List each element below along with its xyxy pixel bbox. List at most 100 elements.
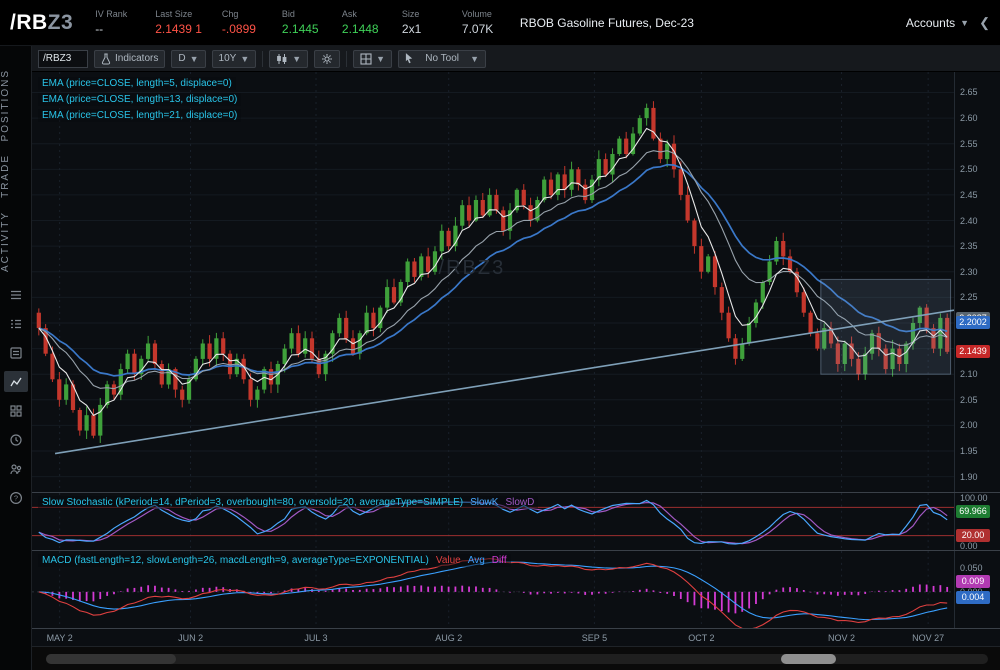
price-tick: 2.25: [960, 292, 978, 302]
selection-box: [821, 279, 951, 374]
sidebar-tabs: POSITIONS TRADE ACTIVITY: [0, 46, 31, 272]
symbol-watermark: /RBZ3: [439, 257, 506, 280]
history-clock-icon[interactable]: [4, 429, 28, 450]
chevron-down-icon: ▼: [376, 54, 385, 64]
scrollbar-thumb[interactable]: [781, 654, 836, 664]
time-axis-label: NOV 2: [828, 633, 855, 643]
price-tick: 2.65: [960, 87, 978, 97]
collapse-panel-chevron-icon[interactable]: ❮: [979, 15, 990, 31]
flask-icon: [101, 53, 111, 65]
stoch-tick: 100.00: [960, 493, 988, 503]
price-tick: 1.95: [960, 446, 978, 456]
candlestick-plot[interactable]: [32, 72, 954, 492]
orders-list-icon[interactable]: [4, 342, 28, 363]
chart-settings-button[interactable]: [314, 50, 340, 68]
time-axis[interactable]: MAY 2JUN 2JUL 3AUG 2SEP 5OCT 2NOV 2NOV 2…: [32, 628, 954, 646]
time-axis-corner: [954, 628, 1000, 646]
macd-tick: 0.050: [960, 563, 983, 573]
sidebar-tab-trade[interactable]: TRADE: [0, 154, 31, 198]
grid-icon[interactable]: [4, 400, 28, 421]
ema-study-labels: EMA (price=CLOSE, length=5, displace=0) …: [38, 77, 241, 125]
gear-icon: [321, 53, 333, 65]
stochastic-axis[interactable]: 100.000.0069.96620.00: [954, 493, 1000, 550]
quote-fields: IV Rank-- Last Size2.1439 1 Chg-.0899 Bid2.…: [95, 9, 502, 36]
indicators-button[interactable]: Indicators: [94, 50, 165, 68]
stoch-badge: 20.00: [956, 529, 990, 542]
price-tick: 1.90: [960, 472, 978, 482]
menu-icon[interactable]: [4, 284, 28, 305]
toolbar-divider: [346, 51, 347, 67]
macd-badge: 0.004: [956, 591, 990, 604]
price-tick: 2.35: [960, 241, 978, 251]
cursor-icon: [405, 53, 414, 64]
macd-series-label: Value: [436, 555, 461, 566]
chart-style-dropdown[interactable]: ▼: [269, 50, 308, 68]
price-tick: 2.40: [960, 216, 978, 226]
scrollbar-track[interactable]: [46, 654, 988, 664]
accounts-dropdown[interactable]: Accounts ▼: [906, 16, 969, 30]
range-dropdown[interactable]: 10Y▼: [212, 50, 257, 68]
price-badge: 2.2002: [956, 316, 990, 329]
sidebar-tab-activity[interactable]: ACTIVITY: [0, 211, 31, 272]
scrollbar-left-segment[interactable]: [46, 654, 176, 664]
ema5-label[interactable]: EMA (price=CLOSE, length=5, displace=0): [38, 77, 236, 90]
svg-text:?: ?: [13, 493, 17, 502]
ema21-label[interactable]: EMA (price=CLOSE, length=21, displace=0): [38, 109, 241, 122]
price-axis[interactable]: 2.652.602.552.502.452.402.352.302.252.20…: [954, 72, 1000, 492]
time-axis-label: SEP 5: [582, 633, 607, 643]
symbol-input[interactable]: [38, 50, 88, 68]
sidebar-icon-rail: ?: [0, 284, 31, 508]
chart-icon[interactable]: [4, 371, 28, 392]
price-tick: 2.60: [960, 113, 978, 123]
macd-value-line: [39, 559, 947, 628]
time-axis-label: JUL 3: [304, 633, 327, 643]
macd-series-label: Avg: [468, 555, 485, 566]
quote-field-size: Size2x1: [402, 9, 442, 36]
chevron-down-icon: ▼: [240, 54, 249, 64]
time-axis-label: JUN 2: [178, 633, 203, 643]
chart-scrollbar: [32, 646, 1000, 670]
macd-series-label: Diff: [492, 555, 507, 566]
price-tick: 2.30: [960, 267, 978, 277]
price-badge: 2.1439: [956, 345, 990, 358]
layout-grid-dropdown[interactable]: ▼: [353, 50, 392, 68]
stochastic-panel: Slow Stochastic (kPeriod=14, dPeriod=3, …: [32, 492, 1000, 550]
help-icon[interactable]: ?: [4, 487, 28, 508]
candlestick-icon: [276, 53, 288, 65]
quote-field-volume: Volume7.07K: [462, 9, 502, 36]
quote-field-chg: Chg-.0899: [222, 9, 262, 36]
price-tick: 2.55: [960, 139, 978, 149]
macd-panel: MACD (fastLength=12, slowLength=26, macd…: [32, 550, 1000, 628]
macd-study-label[interactable]: MACD (fastLength=12, slowLength=26, macd…: [38, 554, 511, 567]
time-axis-label: MAY 2: [47, 633, 73, 643]
macd-axis[interactable]: 0.0500.0000.0090.004: [954, 551, 1000, 628]
timeframe-dropdown[interactable]: D▼: [171, 50, 205, 68]
quote-field-iv-rank: IV Rank--: [95, 9, 135, 36]
toolbar-divider: [262, 51, 263, 67]
quote-field-bid: Bid2.1445: [282, 9, 322, 36]
layout-grid-icon: [360, 53, 372, 65]
chevron-down-icon: ▼: [960, 18, 969, 28]
quote-field-ask: Ask2.1448: [342, 9, 382, 36]
stoch-badge: 69.966: [956, 505, 990, 518]
time-axis-label: NOV 27: [912, 633, 944, 643]
accounts-label: Accounts: [906, 16, 955, 30]
chevron-down-icon: ▼: [292, 54, 301, 64]
price-tick: 2.00: [960, 420, 978, 430]
price-tick: 2.50: [960, 164, 978, 174]
sidebar-tab-positions[interactable]: POSITIONS: [0, 69, 31, 141]
chevron-down-icon: ▼: [190, 54, 199, 64]
drawing-tool-dropdown[interactable]: No Tool ▼: [398, 50, 486, 68]
ema13-label[interactable]: EMA (price=CLOSE, length=13, displace=0): [38, 93, 241, 106]
community-icon[interactable]: [4, 458, 28, 479]
instrument-description: RBOB Gasoline Futures, Dec-23: [520, 16, 694, 30]
left-sidebar: POSITIONS TRADE ACTIVITY ?: [0, 46, 32, 670]
price-tick: 2.05: [960, 395, 978, 405]
stochastic-study-label[interactable]: Slow Stochastic (kPeriod=14, dPeriod=3, …: [38, 496, 538, 509]
chevron-down-icon: ▼: [470, 54, 479, 64]
quote-field-last-size: Last Size2.1439 1: [155, 9, 202, 36]
watchlist-icon[interactable]: [4, 313, 28, 334]
macd-badge: 0.009: [956, 575, 990, 588]
price-panel: EMA (price=CLOSE, length=5, displace=0) …: [32, 72, 1000, 492]
price-tick: 2.10: [960, 369, 978, 379]
